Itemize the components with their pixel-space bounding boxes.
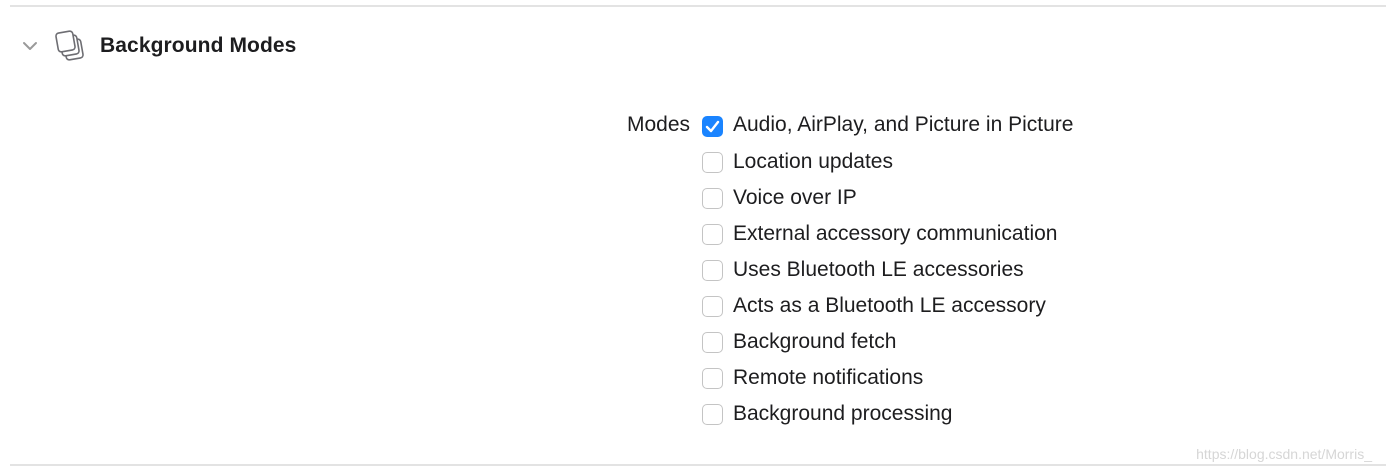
mode-checkbox[interactable] <box>702 187 723 209</box>
mode-row[interactable]: Location updates <box>702 144 1073 180</box>
mode-row[interactable]: Uses Bluetooth LE accessories <box>702 252 1073 288</box>
mode-checkbox[interactable] <box>702 295 723 317</box>
mode-row[interactable]: Background fetch <box>702 324 1073 360</box>
section-title: Background Modes <box>100 34 297 57</box>
mode-label: Acts as a Bluetooth LE accessory <box>733 294 1046 317</box>
mode-label: Audio, AirPlay, and Picture in Picture <box>733 113 1074 136</box>
top-separator <box>10 5 1386 7</box>
mode-row[interactable]: Background processing <box>702 396 1073 432</box>
mode-checkbox-checked[interactable] <box>702 115 723 137</box>
mode-row[interactable]: Acts as a Bluetooth LE accessory <box>702 288 1073 324</box>
mode-row[interactable]: Remote notifications <box>702 360 1073 396</box>
mode-checkbox[interactable] <box>702 403 723 425</box>
watermark: https://blog.csdn.net/Morris_ <box>1196 446 1372 462</box>
mode-row[interactable]: External accessory communication <box>702 216 1073 252</box>
mode-label: Voice over IP <box>733 186 857 209</box>
mode-checkbox[interactable] <box>702 367 723 389</box>
mode-row[interactable]: Voice over IP <box>702 180 1073 216</box>
stacked-layers-icon <box>52 28 88 64</box>
mode-checkbox[interactable] <box>702 331 723 353</box>
mode-label: Background processing <box>733 402 953 425</box>
mode-label: Uses Bluetooth LE accessories <box>733 258 1024 281</box>
bottom-separator <box>10 464 1386 466</box>
mode-label: Remote notifications <box>733 366 924 389</box>
mode-label: Background fetch <box>733 330 897 353</box>
chevron-down-icon[interactable] <box>18 34 42 58</box>
section-header: Background Modes <box>18 26 296 66</box>
modes-list: Audio, AirPlay, and Picture in Picture Lo… <box>702 108 1073 432</box>
mode-label: External accessory communication <box>733 222 1058 245</box>
mode-checkbox[interactable] <box>702 223 723 245</box>
mode-label: Location updates <box>733 150 893 173</box>
mode-checkbox[interactable] <box>702 259 723 281</box>
mode-checkbox[interactable] <box>702 151 723 173</box>
modes-label: Modes <box>626 113 690 136</box>
mode-row[interactable]: Audio, AirPlay, and Picture in Picture <box>702 108 1073 144</box>
